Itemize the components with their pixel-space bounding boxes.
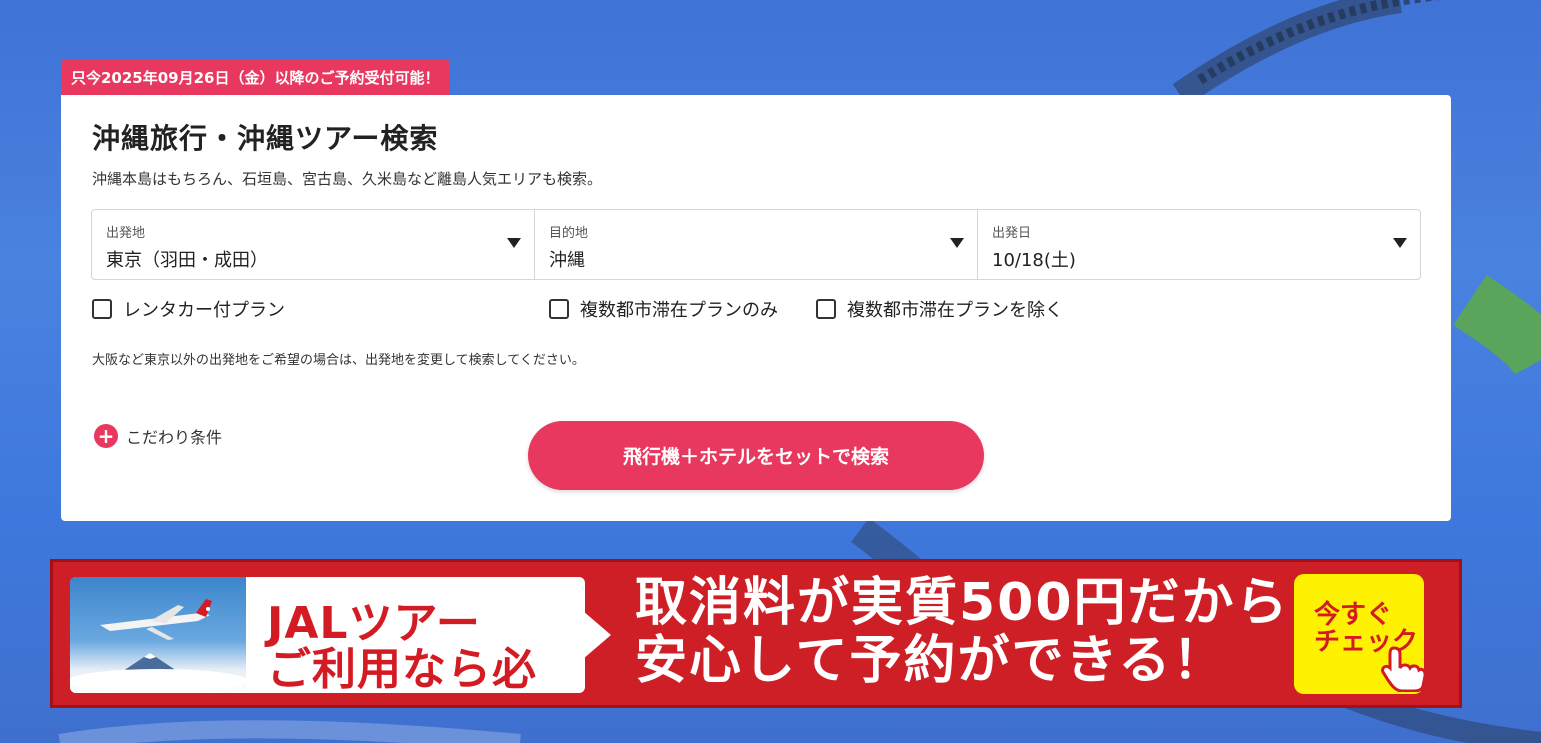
destination-label: 目的地 (549, 226, 589, 241)
search-panel: 沖縄旅行・沖縄ツアー検索 沖縄本島はもちろん、石垣島、宮古島、久米島など離島人気… (61, 95, 1451, 521)
check-now-button[interactable]: 今すぐ チェック (1294, 574, 1424, 694)
advanced-conditions-label: こだわり条件 (126, 428, 223, 447)
rental-car-checkbox[interactable]: レンタカー付プラン (92, 296, 285, 322)
banner-jal-line2: ご利用なら必見！ (267, 644, 537, 693)
jal-tour-banner[interactable]: JALツアー ご利用なら必見！ 取消料が実質500円だから 安心して予約ができる… (50, 559, 1462, 708)
page-title: 沖縄旅行・沖縄ツアー検索 (92, 122, 439, 155)
search-fields: 出発地 東京（羽田・成田） 目的地 沖縄 出発日 10/18(土) (91, 209, 1421, 280)
departure-date-label: 出発日 (992, 226, 1032, 241)
checkbox-label: 複数都市滞在プランを除く (847, 300, 1063, 321)
banner-headline-line1: 取消料が実質500円だから (635, 573, 1290, 633)
departure-date-value: 10/18(土) (992, 250, 1076, 271)
checkbox-box[interactable] (92, 299, 112, 319)
departure-label: 出発地 (106, 226, 146, 241)
departure-date-select[interactable]: 出発日 10/18(土) (978, 210, 1420, 279)
departure-select[interactable]: 出発地 東京（羽田・成田） (92, 210, 535, 279)
check-now-line1: 今すぐ (1314, 600, 1393, 630)
banner-headline-line2: 安心して予約ができる！ (635, 631, 1227, 692)
pointer-hand-icon (1381, 646, 1424, 692)
chevron-down-icon (950, 238, 964, 248)
departure-note: 大阪など東京以外の出発地をご希望の場合は、出発地を変更して検索してください。 (92, 353, 585, 368)
destination-value: 沖縄 (549, 250, 585, 271)
checkbox-label: 複数都市滞在プランのみ (580, 300, 778, 321)
banner-jal-line1: JALツアー (267, 598, 481, 649)
checkbox-label: レンタカー付プラン (123, 300, 285, 321)
banner-headline: 取消料が実質500円だから 安心して予約ができる！ (635, 573, 1290, 692)
banner-left-panel: JALツアー ご利用なら必見！ (70, 577, 585, 693)
plus-circle-icon: + (94, 424, 118, 448)
multi-city-exclude-checkbox[interactable]: 複数都市滞在プランを除く (816, 296, 1063, 322)
banner-jal-text: JALツアー ご利用なら必見！ (267, 598, 585, 693)
advanced-conditions-toggle[interactable]: + こだわり条件 (94, 424, 222, 448)
booking-notice-badge: 只今2025年09月26日（金）以降のご予約受付可能！ (61, 60, 450, 95)
airplane-photo (70, 577, 248, 693)
airplane-icon (70, 599, 248, 693)
checkbox-box[interactable] (816, 299, 836, 319)
chevron-down-icon (507, 238, 521, 248)
banner-arrow-shape (583, 611, 611, 659)
multi-city-only-checkbox[interactable]: 複数都市滞在プランのみ (549, 296, 778, 322)
search-button[interactable]: 飛行機＋ホテルをセットで検索 (528, 421, 984, 490)
checkbox-box[interactable] (549, 299, 569, 319)
destination-select[interactable]: 目的地 沖縄 (535, 210, 978, 279)
departure-value: 東京（羽田・成田） (106, 250, 268, 271)
chevron-down-icon (1393, 238, 1407, 248)
page-subtitle: 沖縄本島はもちろん、石垣島、宮古島、久米島など離島人気エリアも検索。 (92, 170, 603, 188)
